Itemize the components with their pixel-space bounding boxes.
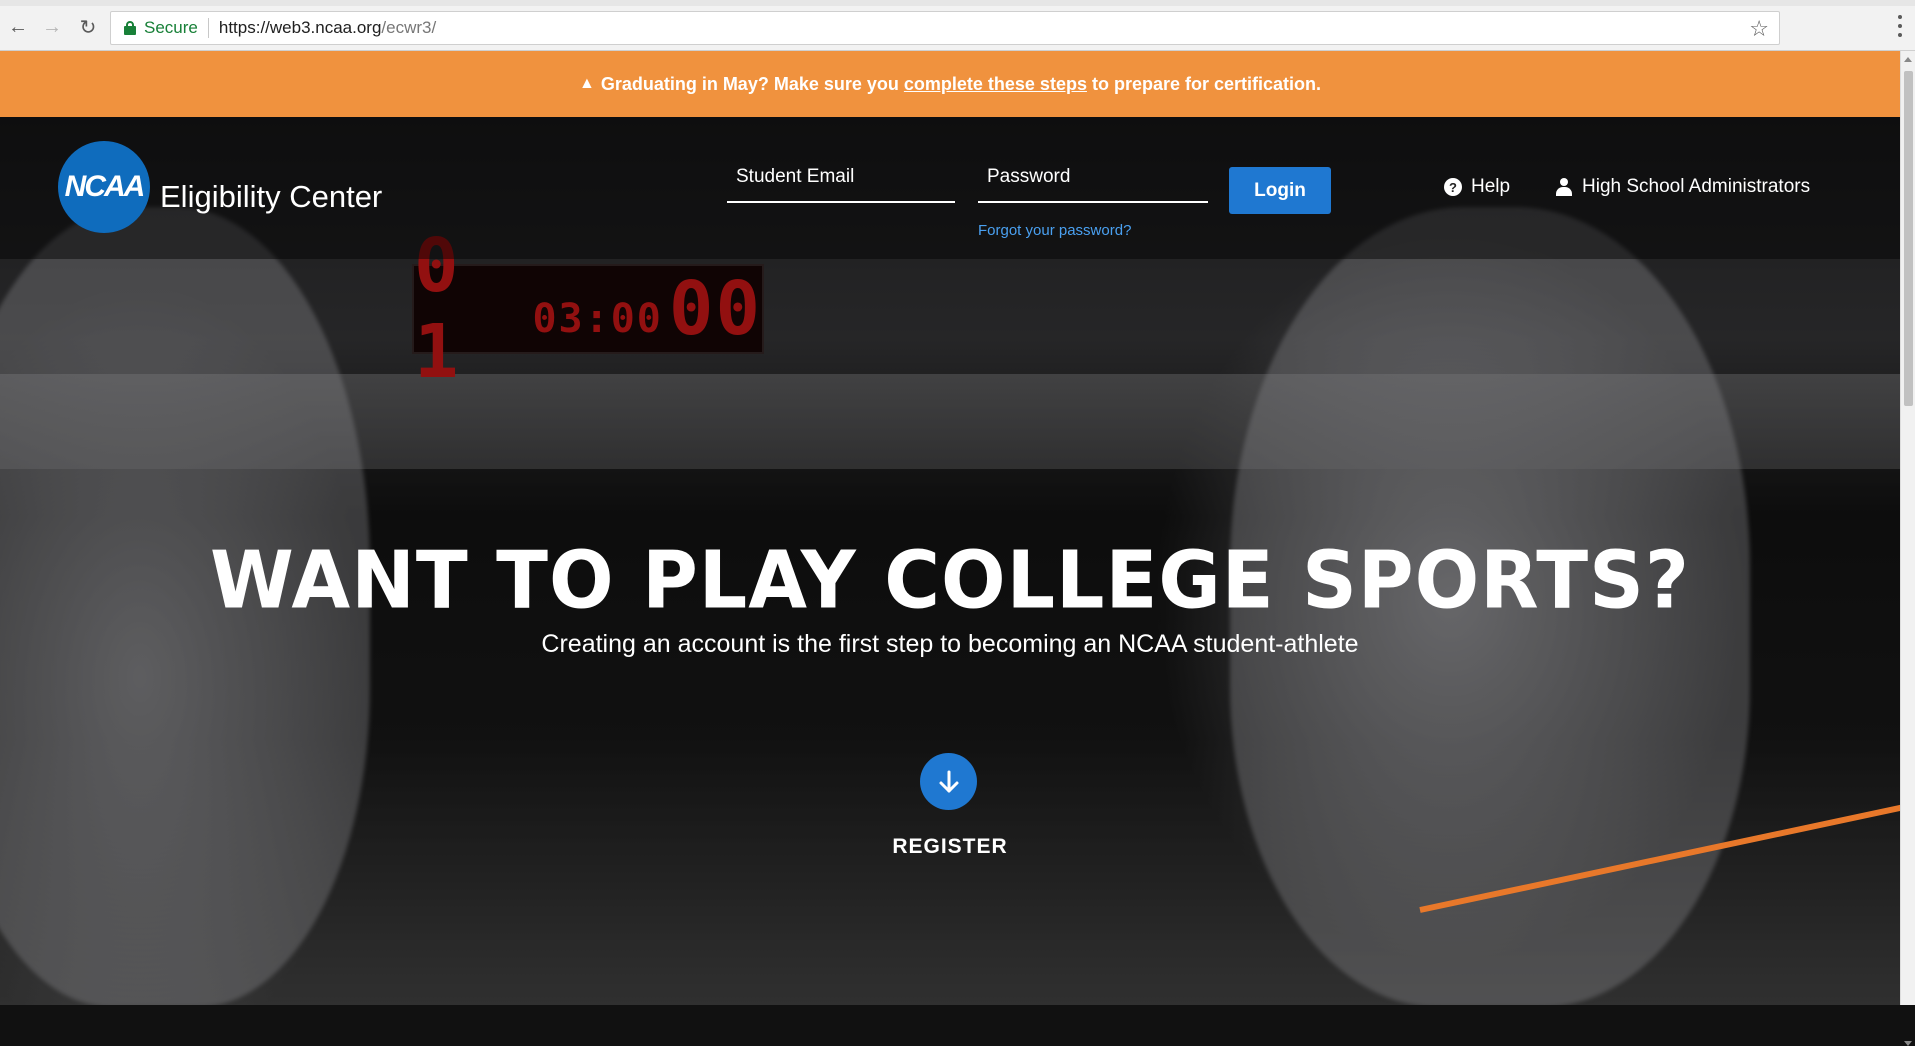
page-scrollbar[interactable]: [1900, 51, 1915, 1046]
hero-subheadline: Creating an account is the first step to…: [541, 630, 1359, 658]
banner-text-before: Graduating in May? Make sure you: [600, 73, 899, 94]
scroll-up-arrow-icon[interactable]: [1904, 57, 1912, 62]
password-input[interactable]: Password: [978, 153, 1208, 203]
admin-label: High School Administrators: [1582, 176, 1811, 197]
help-question-icon: ?: [1444, 178, 1462, 196]
bookmark-star-icon[interactable]: ☆: [1749, 16, 1769, 42]
login-button[interactable]: Login: [1229, 167, 1331, 214]
scrollbar-thumb[interactable]: [1904, 71, 1913, 406]
secure-label: Secure: [144, 18, 198, 37]
address-divider: [207, 18, 209, 38]
high-school-admins-link[interactable]: High School Administrators: [1556, 176, 1810, 198]
banner-text-after: to prepare for certification.: [1091, 73, 1322, 94]
announcement-banner: ▲ Graduating in May? Make sure you compl…: [0, 51, 1900, 117]
hero-headline: WANT TO PLAY COLLEGE SPORTS?: [210, 532, 1690, 627]
scroll-down-arrow-icon[interactable]: [1904, 1041, 1912, 1046]
address-bar[interactable]: Secure https://web3.ncaa.org/ecwr3/ ☆: [110, 11, 1780, 45]
brand-title[interactable]: Eligibility Center: [160, 179, 382, 215]
forward-arrow-icon[interactable]: →: [40, 15, 64, 39]
browser-toolbar: ← → ↻ Secure https://web3.ncaa.org/ecwr3…: [0, 0, 1915, 51]
back-arrow-icon[interactable]: ←: [6, 15, 30, 39]
complete-steps-link[interactable]: complete these steps: [904, 74, 1087, 95]
person-icon: [1556, 178, 1572, 196]
email-placeholder: Student Email: [736, 166, 855, 187]
register-down-arrow-icon[interactable]: [920, 753, 977, 810]
site-header: NCAA Eligibility Center Student Email Pa…: [0, 117, 1900, 259]
url-path: /ecwr3/: [381, 18, 437, 37]
password-placeholder: Password: [987, 166, 1071, 187]
student-email-input[interactable]: Student Email: [727, 153, 955, 203]
reload-icon[interactable]: ↻: [76, 15, 100, 39]
help-link[interactable]: ? Help: [1444, 176, 1510, 198]
tab-strip: [0, 0, 1915, 6]
forgot-password-link[interactable]: Forgot your password?: [978, 222, 1131, 239]
url-host: https://web3.ncaa.org: [218, 18, 382, 37]
lock-icon: [124, 21, 136, 35]
ncaa-logo[interactable]: NCAA: [58, 141, 150, 233]
warning-icon: ▲: [578, 75, 595, 92]
help-label: Help: [1471, 176, 1511, 197]
register-link[interactable]: REGISTER: [0, 835, 1900, 859]
browser-menu-icon[interactable]: [1893, 13, 1907, 39]
